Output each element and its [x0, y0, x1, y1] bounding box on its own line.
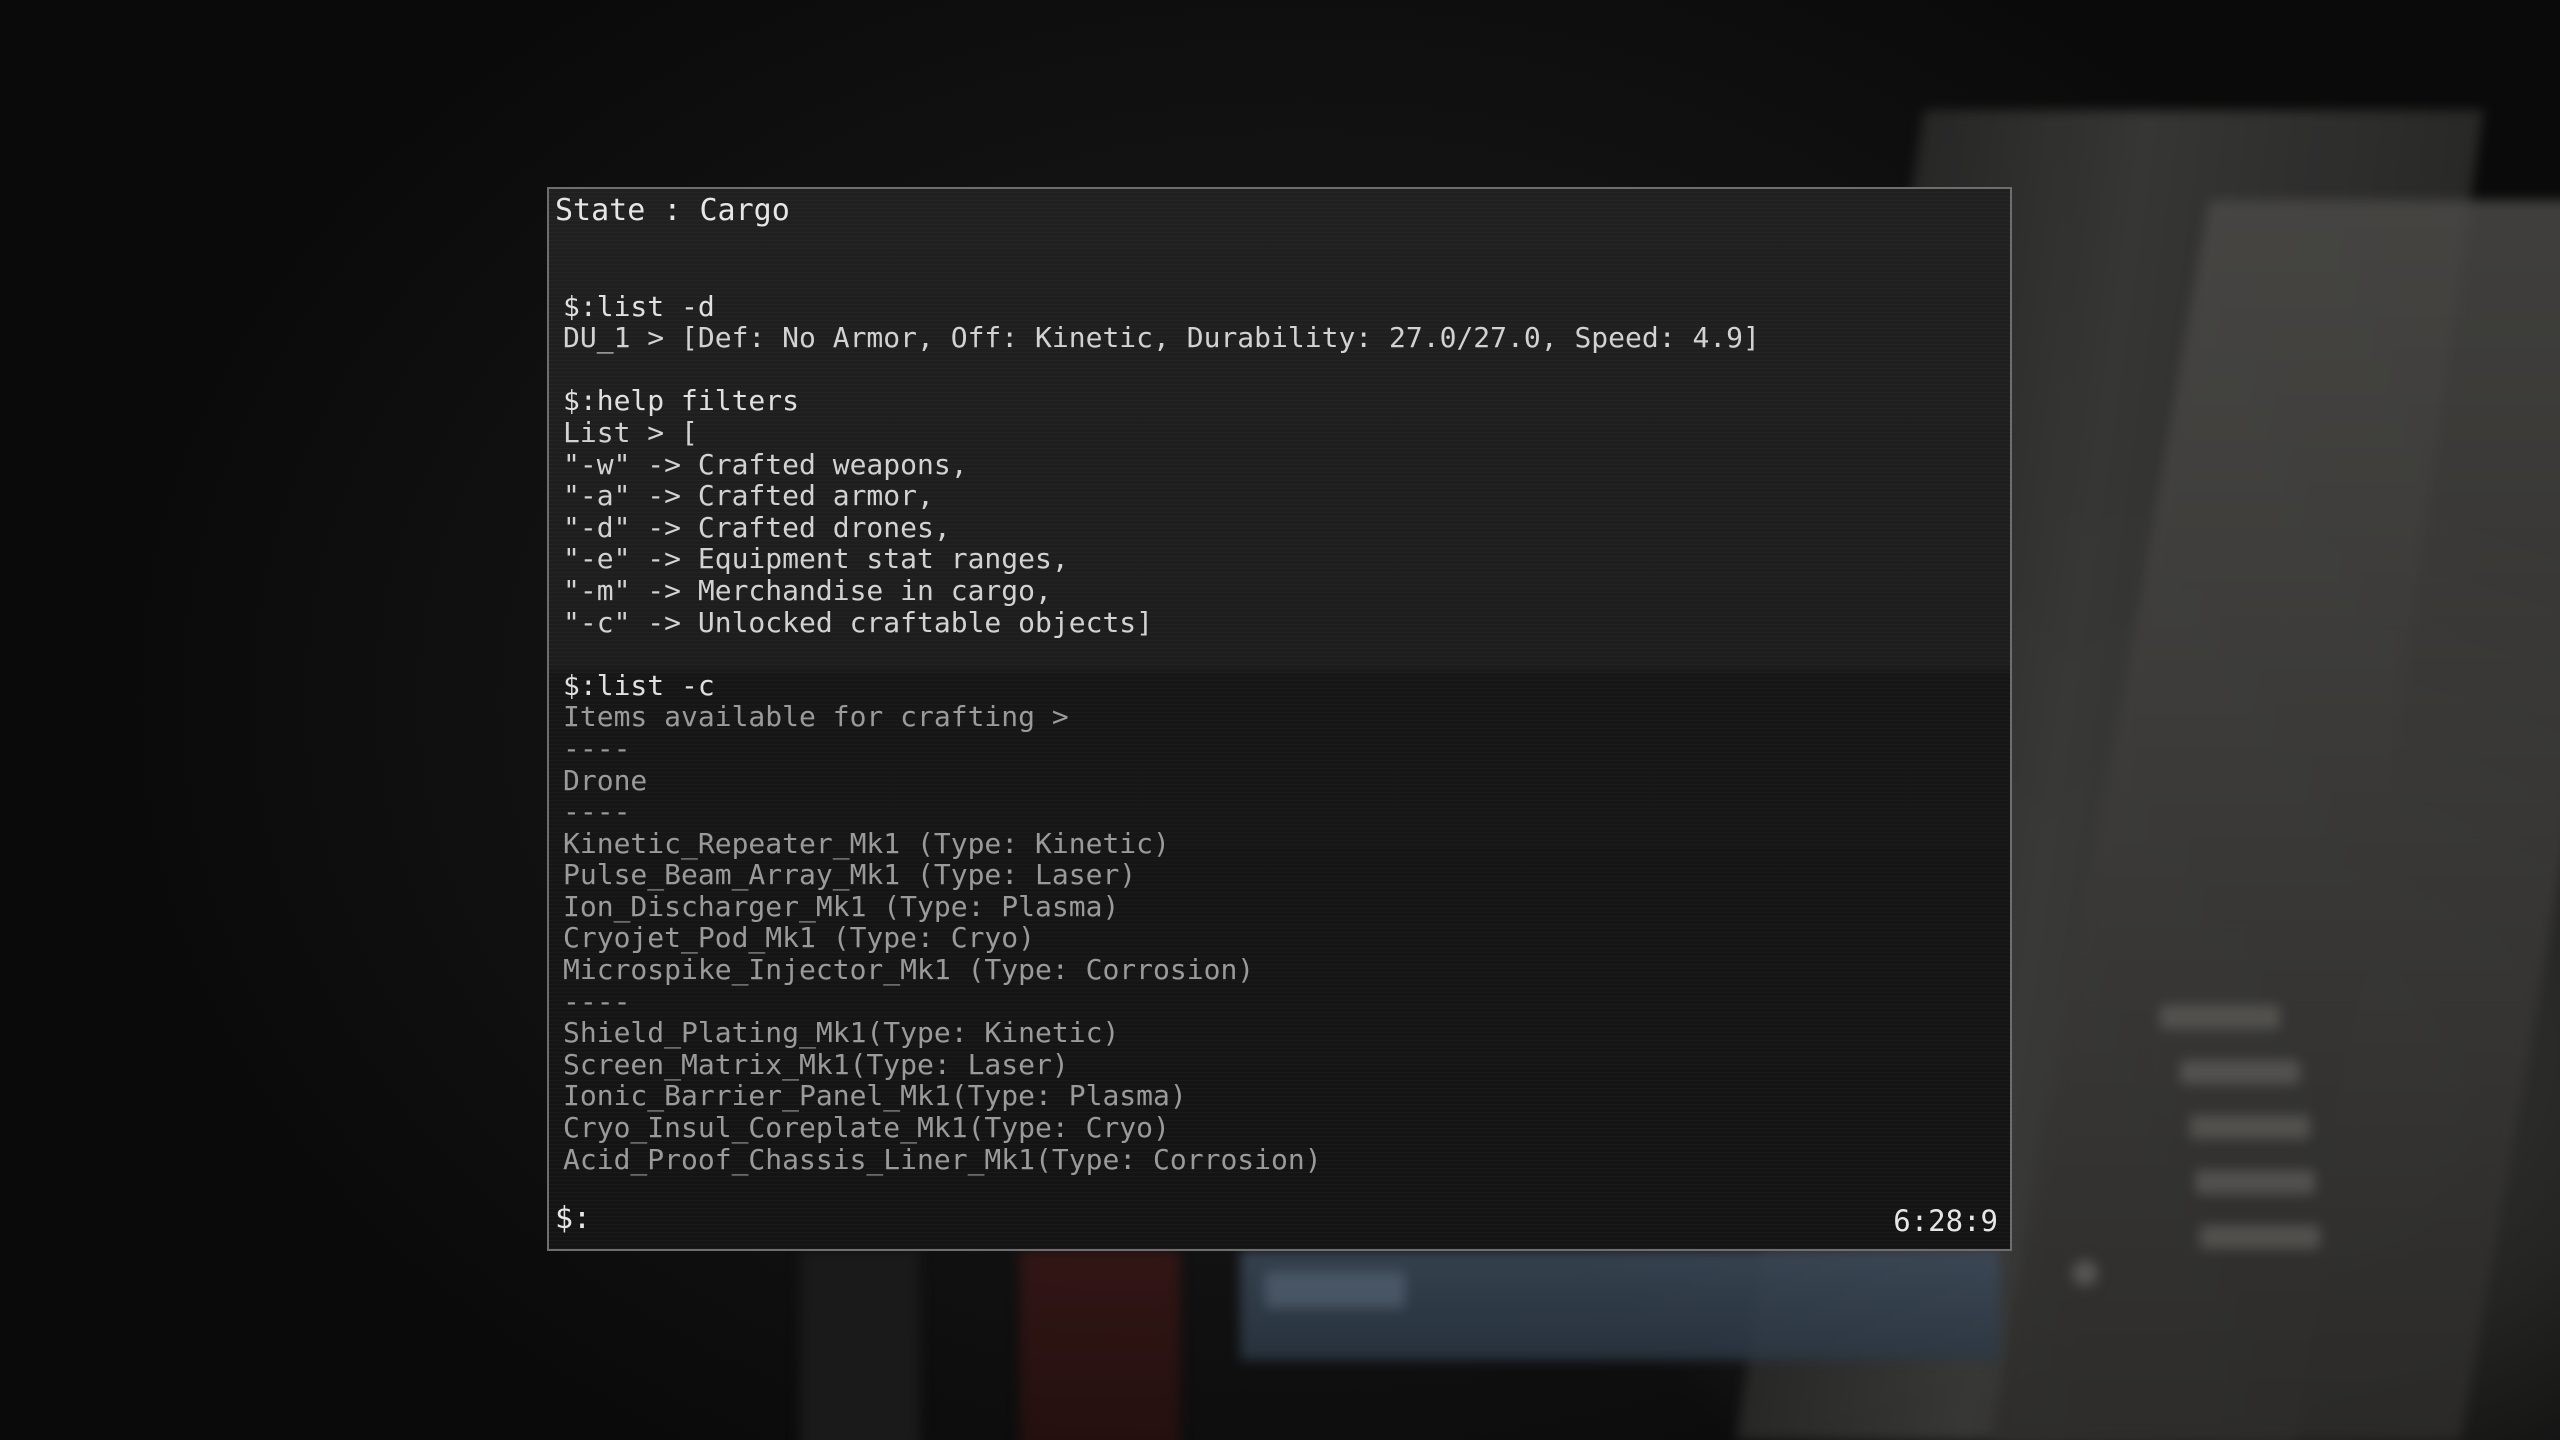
terminal-output-line: "-d" -> Crafted drones,	[563, 510, 951, 544]
terminal-output-line: DU_1 > [Def: No Armor, Off: Kinetic, Dur…	[563, 321, 1760, 355]
terminal-output-line: "-m" -> Merchandise in cargo,	[563, 573, 1052, 607]
background-red-post	[1020, 1250, 1180, 1440]
terminal-output-line: ----	[563, 731, 631, 765]
terminal-output-line: Ion_Discharger_Mk1 (Type: Plasma)	[563, 889, 1120, 923]
terminal-output-line: "-a" -> Crafted armor,	[563, 479, 934, 513]
terminal-output-line: Shield_Plating_Mk1(Type: Kinetic)	[563, 1016, 1120, 1050]
background-console-label	[1265, 1272, 1405, 1308]
background-dark-post	[800, 1250, 920, 1440]
terminal-output-line: Microspike_Injector_Mk1 (Type: Corrosion…	[563, 953, 1255, 987]
background-vent-slot	[2190, 1115, 2310, 1139]
background-vent-slot	[2200, 1225, 2320, 1249]
terminal-output-line: Cryojet_Pod_Mk1 (Type: Cryo)	[563, 921, 1036, 955]
terminal-command-prompt[interactable]: $:	[555, 1201, 591, 1237]
terminal-command-line: $:list -d	[563, 289, 715, 323]
terminal-command-line: $:help filters	[563, 384, 800, 418]
terminal-output-line: Kinetic_Repeater_Mk1 (Type: Kinetic)	[563, 826, 1170, 860]
terminal-clock: 6:28:9	[1893, 1204, 1998, 1238]
terminal-output-line: Acid_Proof_Chassis_Liner_Mk1(Type: Corro…	[563, 1142, 1322, 1176]
terminal-output-log: $:list -d DU_1 > [Def: No Armor, Off: Kin…	[563, 259, 1996, 1175]
background-vent-slot	[2160, 1005, 2280, 1029]
terminal-output-line: Ionic_Barrier_Panel_Mk1(Type: Plasma)	[563, 1079, 1187, 1113]
terminal-output-line: "-e" -> Equipment stat ranges,	[563, 542, 1069, 576]
terminal-output-line: ----	[563, 795, 631, 829]
terminal-command-line: $:list -c	[563, 668, 715, 702]
background-knob	[2072, 1260, 2098, 1286]
terminal-output-line: List > [	[563, 415, 698, 449]
terminal-output-line: ----	[563, 984, 631, 1018]
game-scene: State : Cargo $:list -d DU_1 > [Def: No A…	[0, 0, 2560, 1440]
terminal-window[interactable]: State : Cargo $:list -d DU_1 > [Def: No A…	[547, 187, 2012, 1251]
terminal-output-line: Screen_Matrix_Mk1(Type: Laser)	[563, 1047, 1069, 1081]
terminal-state-header: State : Cargo	[555, 193, 790, 228]
terminal-output-line: Items available for crafting >	[563, 700, 1069, 734]
terminal-output-line: Cryo_Insul_Coreplate_Mk1(Type: Cryo)	[563, 1111, 1170, 1145]
background-vent-slot	[2195, 1170, 2315, 1194]
terminal-output-line: "-w" -> Crafted weapons,	[563, 447, 968, 481]
background-vent-slot	[2180, 1060, 2300, 1084]
terminal-output-line: Pulse_Beam_Array_Mk1 (Type: Laser)	[563, 858, 1137, 892]
terminal-output-line: "-c" -> Unlocked craftable objects]	[563, 605, 1154, 639]
terminal-output-line: Drone	[563, 763, 648, 797]
